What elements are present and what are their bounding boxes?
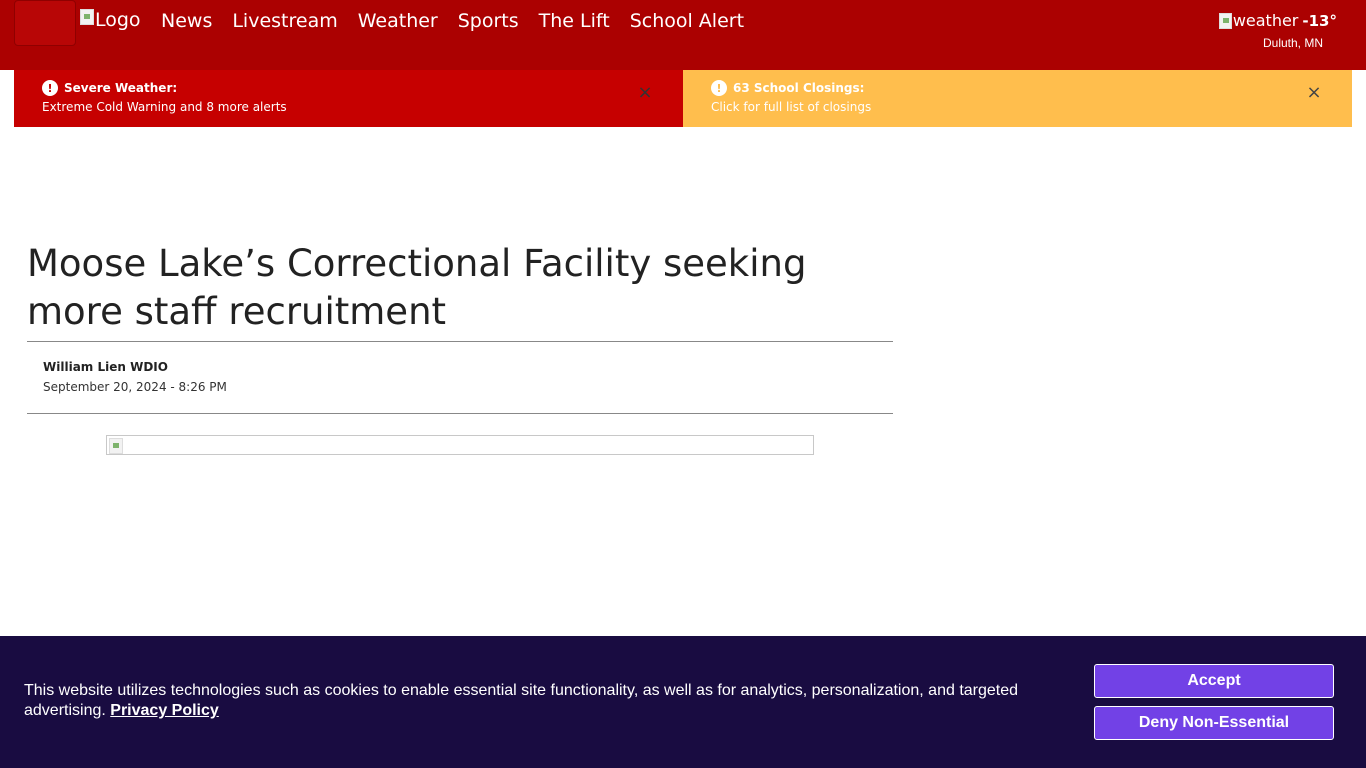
- severe-weather-alert[interactable]: ! Severe Weather: Extreme Cold Warning a…: [14, 70, 683, 127]
- site-header: Logo News Livestream Weather Sports The …: [0, 0, 1366, 70]
- divider: [27, 341, 893, 342]
- cookie-banner: This website utilizes technologies such …: [0, 636, 1366, 768]
- weather-icon-alt: weather: [1232, 11, 1299, 30]
- byline: William Lien WDIO September 20, 2024 - 8…: [43, 360, 227, 394]
- severe-weather-text: Extreme Cold Warning and 8 more alerts: [42, 100, 287, 114]
- close-icon[interactable]: ×: [1306, 84, 1322, 102]
- exclamation-icon: !: [42, 80, 58, 96]
- weather-location: Duluth, MN: [1262, 36, 1324, 50]
- nav-school-alert[interactable]: School Alert: [630, 10, 744, 32]
- accept-button[interactable]: Accept: [1094, 664, 1334, 698]
- nav-the-lift[interactable]: The Lift: [539, 10, 610, 32]
- article-date: September 20, 2024 - 8:26 PM: [43, 380, 227, 394]
- exclamation-icon: !: [711, 80, 727, 96]
- weather-widget[interactable]: weather -13° Duluth, MN: [1219, 11, 1337, 50]
- logo-alt-text: Logo: [95, 9, 141, 31]
- nav-news[interactable]: News: [161, 10, 212, 32]
- deny-non-essential-button[interactable]: Deny Non-Essential: [1094, 706, 1334, 740]
- divider: [27, 413, 893, 414]
- article-image: [106, 435, 814, 455]
- severe-weather-title: Severe Weather:: [64, 81, 178, 95]
- weather-icon: [1219, 12, 1232, 29]
- main-nav: News Livestream Weather Sports The Lift …: [161, 10, 764, 32]
- school-closings-alert[interactable]: ! 63 School Closings: Click for full lis…: [683, 70, 1352, 127]
- privacy-policy-link[interactable]: Privacy Policy: [110, 702, 219, 719]
- nav-sports[interactable]: Sports: [458, 10, 519, 32]
- article-headline: Moose Lake’s Correctional Facility seeki…: [27, 242, 807, 333]
- close-icon[interactable]: ×: [637, 84, 653, 102]
- school-closings-title: 63 School Closings:: [733, 81, 865, 95]
- menu-button[interactable]: [14, 0, 76, 46]
- school-closings-text: Click for full list of closings: [711, 100, 872, 114]
- nav-livestream[interactable]: Livestream: [232, 10, 337, 32]
- site-logo[interactable]: Logo: [80, 9, 141, 37]
- nav-weather[interactable]: Weather: [358, 10, 438, 32]
- broken-image-icon: [80, 9, 94, 25]
- article-author[interactable]: William Lien WDIO: [43, 360, 227, 374]
- weather-temperature: -13°: [1302, 11, 1337, 30]
- broken-image-icon: [109, 438, 123, 454]
- cookie-message: This website utilizes technologies such …: [24, 681, 1044, 721]
